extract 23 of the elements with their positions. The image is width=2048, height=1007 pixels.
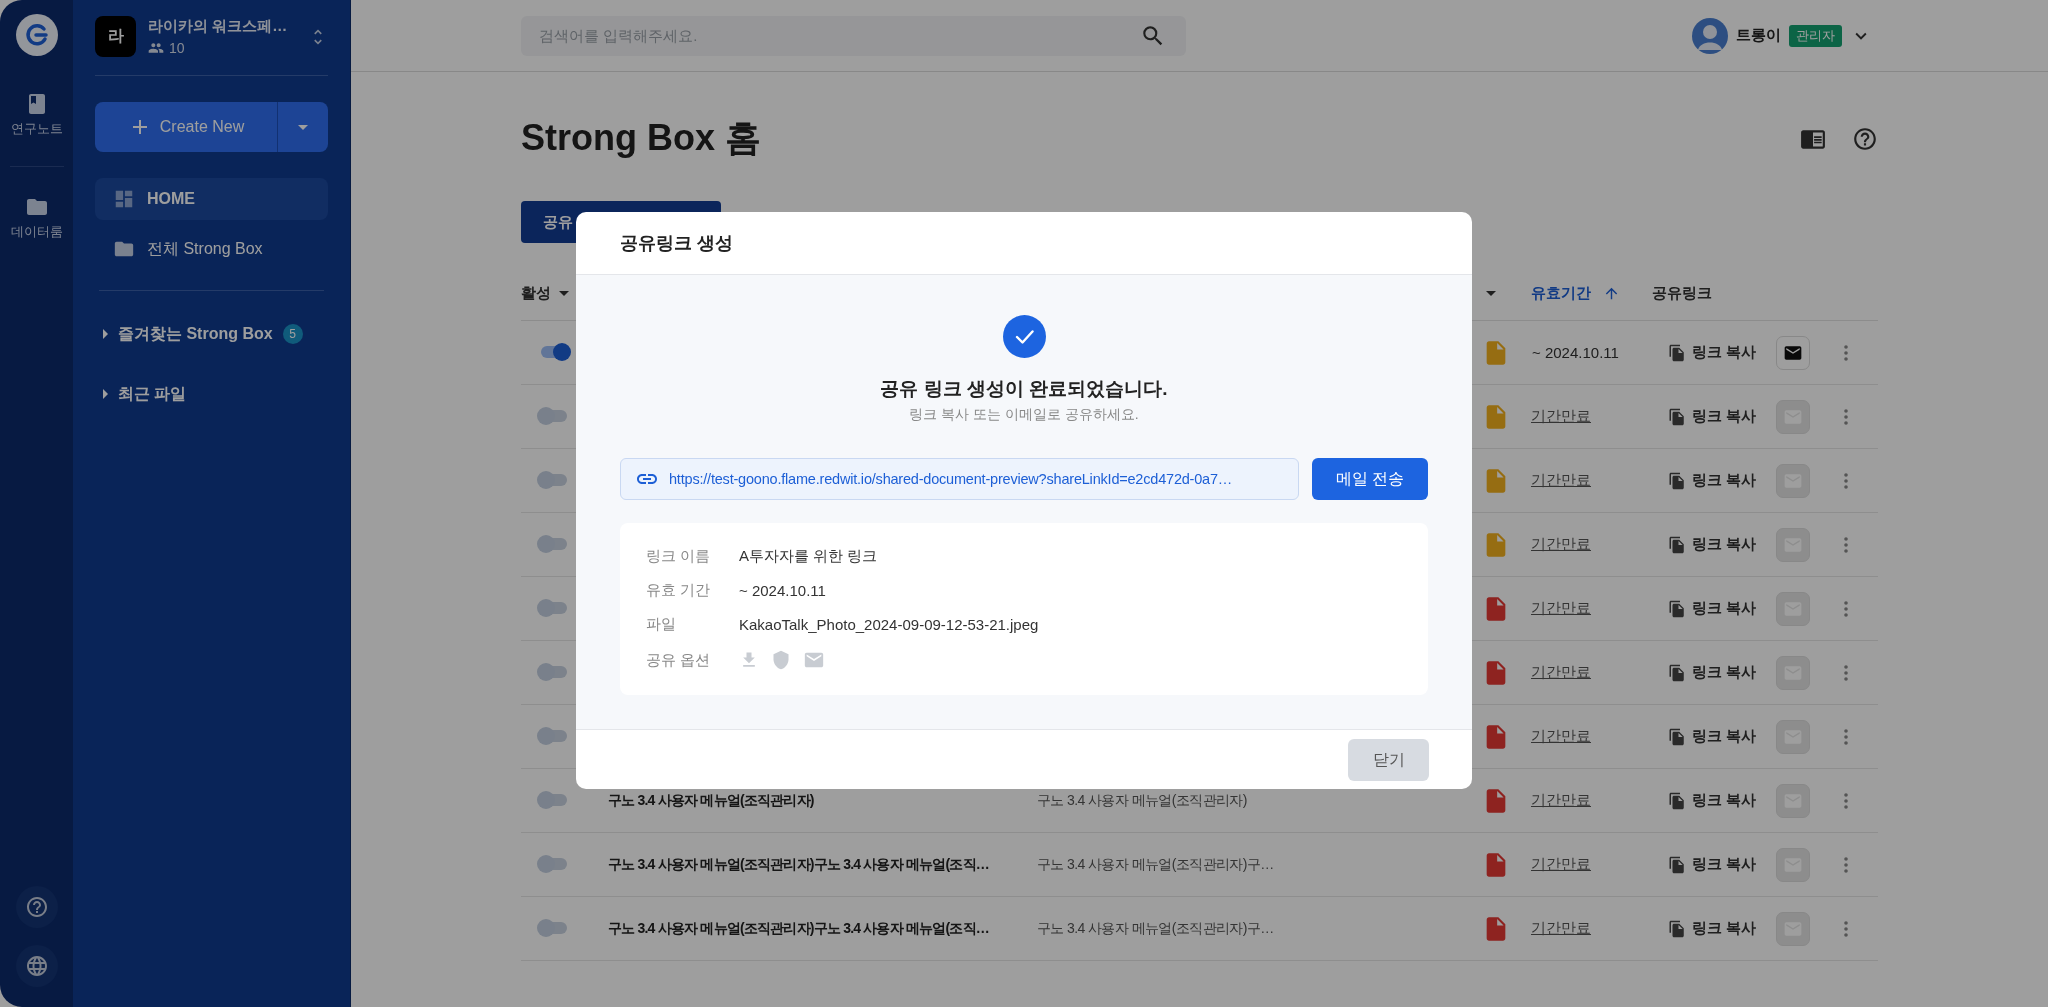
file-name: 구노 3.4 사용자 메뉴얼(조직관리자)구노 3.4 사용자 메뉴얼(조직… xyxy=(608,855,990,874)
member-count: 10 xyxy=(169,40,185,56)
info-value: ~ 2024.10.11 xyxy=(739,582,827,599)
column-header: 공유링크 xyxy=(1652,284,1713,303)
info-label: 공유 옵션 xyxy=(646,650,712,670)
info-value: KakaoTalk_Photo_2024-09-09-12-53-21.jpeg xyxy=(739,616,1040,633)
page-title: Strong Box 홈 xyxy=(521,116,761,160)
count-badge: 5 xyxy=(282,324,303,344)
workspace-avatar: 라 xyxy=(95,16,136,57)
dialog-title: 공유링크 생성 xyxy=(620,232,733,255)
expiry-date: ~ 2024.10.11 xyxy=(1531,344,1619,361)
info-label: 유효 기간 xyxy=(646,581,712,600)
file-description: 구노 3.4 사용자 메뉴얼(조직관리자)구… xyxy=(1037,919,1274,938)
file-description: 구노 3.4 사용자 메뉴얼(조직관리자)구… xyxy=(1037,855,1274,874)
file-name: 구노 3.4 사용자 메뉴얼(조직관리자)구노 3.4 사용자 메뉴얼(조직… xyxy=(608,919,990,938)
success-heading: 공유 링크 생성이 완료되었습니다. xyxy=(880,377,1168,401)
info-label: 파일 xyxy=(646,615,677,634)
success-subtext: 링크 복사 또는 이메일로 공유하세요. xyxy=(909,406,1139,424)
file-name: 구노 3.4 사용자 메뉴얼(조직관리자) xyxy=(608,791,814,810)
info-value: A투자자를 위한 링크 xyxy=(739,547,879,566)
workspace-name: 라이카의 워크스페… xyxy=(148,17,289,36)
file-description: 구노 3.4 사용자 메뉴얼(조직관리자) xyxy=(1037,791,1247,810)
info-label: 링크 이름 xyxy=(646,547,712,566)
